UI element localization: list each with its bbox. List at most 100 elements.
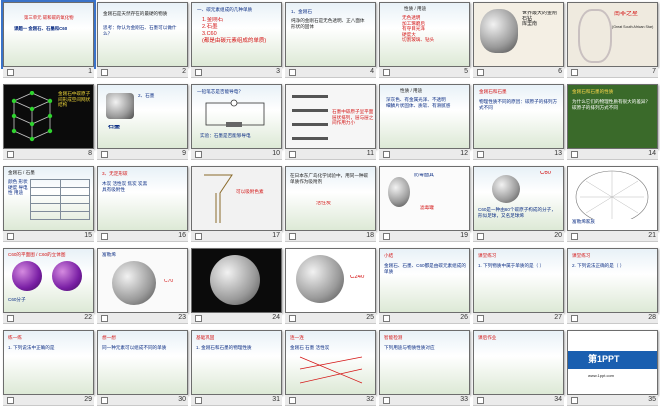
slide-thumbnail[interactable]: 富勒烯家族 21 (566, 164, 660, 246)
slide-number: 1 (88, 68, 92, 75)
slide-preview[interactable]: 练一练 1. 下列说法中正确的是 (3, 330, 94, 395)
transition-icon (7, 151, 14, 158)
slide-thumbnail[interactable]: 课后作业 34 (472, 328, 566, 410)
slide-thumbnail[interactable]: 性质 / 用途 无色透明 加工琢磨后 有夺目光泽 硬度大 切割玻璃、钻头 5 (378, 0, 472, 82)
transition-icon (289, 315, 296, 322)
slide-preview[interactable]: 南非之星 (Great South African Star) (567, 2, 658, 67)
slide-preview[interactable]: 一、碳元素组成的几种单质 1.金刚石 2.石墨 3.C60 (都是由碳元素组成的… (191, 2, 282, 67)
slide-preview[interactable]: 课后作业 (473, 330, 564, 395)
slide-title: 连一连 (290, 335, 304, 340)
slide-preview[interactable]: 世界最大的金刚石钻 库里南 (473, 2, 564, 67)
slide-thumbnail[interactable]: 石墨中碳原子呈平面层状排列，层与层之间作用力小 11 (284, 82, 378, 164)
slide-preview[interactable]: 金刚石 / 石墨 颜色 形状 硬度 导电性 用途 (3, 166, 94, 231)
slide-preview[interactable]: 防毒面具 滤毒罐 (379, 166, 470, 231)
slide-title: 小结 (384, 253, 394, 258)
slide-text: 课题一 金刚石、石墨和C60 (14, 26, 68, 31)
slide-thumbnail[interactable]: 在日本东广岛化学试验中，用同一种碳单质作为吸附剂 活性炭 18 (284, 164, 378, 246)
slide-preview[interactable]: 在日本东广岛化学试验中，用同一种碳单质作为吸附剂 活性炭 (285, 166, 376, 231)
slide-title: 金刚石是天然存在的最硬的物质 (103, 11, 168, 16)
slide-thumbnail[interactable]: 金刚石 / 石墨 颜色 形状 硬度 导电性 用途 15 (2, 164, 96, 246)
transition-icon (289, 233, 296, 240)
slide-footer: 33 (379, 395, 470, 406)
slide-preview[interactable]: 基础巩固 1. 金刚石和石墨的物理性质 (191, 330, 282, 395)
slide-thumbnail[interactable]: 24 (190, 246, 284, 328)
slide-preview[interactable]: 第1PPT www.1ppt.com (567, 330, 658, 395)
slide-thumbnail[interactable]: 防毒面具 滤毒罐 19 (378, 164, 472, 246)
slide-thumbnail[interactable]: 课堂练习 2. 下列说法正确的是（ ） 28 (566, 246, 660, 328)
slide-footer: 29 (3, 395, 94, 406)
slide-thumbnail[interactable]: 金刚石中碳原子间形成空间网状结构 8 (2, 82, 96, 164)
slide-thumbnail[interactable]: 小结 金刚石、石墨、C60都是由碳元素组成的单质 26 (378, 246, 472, 328)
transition-icon (477, 69, 484, 76)
slide-preview[interactable]: 小结 金刚石、石墨、C60都是由碳元素组成的单质 (379, 248, 470, 313)
slide-preview[interactable]: 富勒烯 C70 (97, 248, 188, 313)
slide-preview[interactable] (191, 248, 282, 313)
slide-text: 1. 下列物质中属于单质的是（ ） (478, 263, 545, 268)
slide-preview[interactable]: 性质 / 用途 深灰色、有金属光泽、不透明 细鳞片状固体、质软、有滑腻感 (379, 84, 470, 149)
slide-footer: 17 (191, 231, 282, 242)
slide-thumbnail[interactable]: C60 C60是一种由60个碳原子构成的分子，形似足球，又名足球烯 20 (472, 164, 566, 246)
slide-preview[interactable]: 第三单元 碳和碳的氧化物 课题一 金刚石、石墨和C60 (1, 0, 96, 69)
slide-preview[interactable]: 课堂练习 2. 下列说法正确的是（ ） (567, 248, 658, 313)
slide-thumbnail[interactable]: 一铅笔芯是否能导电？ 实验：石墨是否能够导电 10 (190, 82, 284, 164)
slide-preview[interactable]: 3、无定形碳 木炭 活性炭 焦炭 炭黑 具有吸附性 (97, 166, 188, 231)
slide-footer: 20 (473, 231, 564, 242)
slide-text: C60是一种由60个碳原子构成的分子，形似足球，又名足球烯 (478, 207, 556, 218)
transition-icon (7, 69, 14, 76)
slide-preview[interactable]: 1、金刚石 纯净的金刚石是无色透明、正八面体形状的固体 (285, 2, 376, 67)
slide-preview[interactable]: 金刚石中碳原子间形成空间网状结构 (3, 84, 94, 149)
slide-number: 25 (366, 314, 374, 321)
slide-text: 金刚石 石墨 活性炭 (290, 345, 330, 350)
slide-preview[interactable]: 2、石墨 石墨 (97, 84, 188, 149)
slide-thumbnail[interactable]: 可以吸附色素 17 (190, 164, 284, 246)
slide-thumbnail[interactable]: 金刚石是天然存在的最硬的物质 思考：你认为金刚石、石墨可以做什么？ 2 (96, 0, 190, 82)
slide-thumbnail[interactable]: 想一想 同一种元素可以组成不同的单质 30 (96, 328, 190, 410)
slide-thumbnail[interactable]: 练一练 1. 下列说法中正确的是 29 (2, 328, 96, 410)
diamond-structure-diagram (11, 91, 53, 142)
slide-preview[interactable]: 一铅笔芯是否能导电？ 实验：石墨是否能够导电 (191, 84, 282, 149)
slide-thumbnail[interactable]: 基础巩固 1. 金刚石和石墨的物理性质 31 (190, 328, 284, 410)
slide-preview[interactable]: 金刚石和石墨 物理性质不同的原因：碳原子的排列方式不同 (473, 84, 564, 149)
slide-thumbnail[interactable]: 连一连 金刚石 石墨 活性炭 32 (284, 328, 378, 410)
slide-thumbnail[interactable]: C240 25 (284, 246, 378, 328)
slide-preview[interactable]: C60的平面图 / C60的立体图 C60分子 (3, 248, 94, 313)
slide-preview[interactable]: 富勒烯家族 (567, 166, 658, 231)
slide-thumbnail[interactable]: 金刚石和石墨的性质 为什么它们的物理性质有很大的差异？ 碳原子的排列方式不同 1… (566, 82, 660, 164)
slide-thumbnail[interactable]: 3、无定形碳 木炭 活性炭 焦炭 炭黑 具有吸附性 16 (96, 164, 190, 246)
transition-icon (383, 69, 390, 76)
slide-preview[interactable]: 想一想 同一种元素可以组成不同的单质 (97, 330, 188, 395)
slide-thumbnail[interactable]: 第三单元 碳和碳的氧化物 课题一 金刚石、石墨和C60 1 (1, 0, 96, 82)
slide-thumbnail[interactable]: C60的平面图 / C60的立体图 C60分子 22 (2, 246, 96, 328)
slide-thumbnail[interactable]: 南非之星 (Great South African Star) 7 (566, 0, 660, 82)
necklace-image (578, 9, 612, 63)
slide-preview[interactable]: 石墨中碳原子呈平面层状排列，层与层之间作用力小 (285, 84, 376, 149)
slide-preview[interactable]: C60 C60是一种由60个碳原子构成的分子，形似足球，又名足球烯 (473, 166, 564, 231)
slide-thumbnail[interactable]: 2、石墨 石墨 9 (96, 82, 190, 164)
slide-thumbnail[interactable]: 世界最大的金刚石钻 库里南 6 (472, 0, 566, 82)
slide-thumbnail[interactable]: 一、碳元素组成的几种单质 1.金刚石 2.石墨 3.C60 (都是由碳元素组成的… (190, 0, 284, 82)
slide-preview[interactable]: 连一连 金刚石 石墨 活性炭 (285, 330, 376, 395)
slide-preview[interactable]: 性质 / 用途 无色透明 加工琢磨后 有夺目光泽 硬度大 切割玻璃、钻头 (379, 2, 470, 67)
slide-thumbnail[interactable]: 性质 / 用途 深灰色、有金属光泽、不透明 细鳞片状固体、质软、有滑腻感 12 (378, 82, 472, 164)
graphite-image (106, 93, 134, 119)
matching-lines-diagram (299, 356, 363, 384)
transition-icon (195, 233, 202, 240)
slide-title: 金刚石和石墨的性质 (572, 89, 614, 94)
slide-preview[interactable]: 金刚石和石墨的性质 为什么它们的物理性质有很大的差异？ 碳原子的排列方式不同 (567, 84, 658, 149)
slide-preview[interactable]: 金刚石是天然存在的最硬的物质 思考：你认为金刚石、石墨可以做什么？ (97, 2, 188, 67)
slide-thumbnail[interactable]: 课堂练习 1. 下列物质中属于单质的是（ ） 27 (472, 246, 566, 328)
slide-preview[interactable]: C240 (285, 248, 376, 313)
transition-icon (383, 315, 390, 322)
slide-thumbnail[interactable]: 1、金刚石 纯净的金刚石是无色透明、正八面体形状的固体 4 (284, 0, 378, 82)
slide-thumbnail[interactable]: 第1PPT www.1ppt.com 35 (566, 328, 660, 410)
slide-thumbnail[interactable]: 智能检测 下列用途与物质性质对应 33 (378, 328, 472, 410)
slide-number: 28 (648, 314, 656, 321)
slide-thumbnail[interactable]: 富勒烯 C70 23 (96, 246, 190, 328)
slide-thumbnail[interactable]: 金刚石和石墨 物理性质不同的原因：碳原子的排列方式不同 13 (472, 82, 566, 164)
slide-preview[interactable]: 可以吸附色素 (191, 166, 282, 231)
slide-preview[interactable]: 课堂练习 1. 下列物质中属于单质的是（ ） (473, 248, 564, 313)
slide-footer: 22 (3, 313, 94, 324)
slide-title: C60 (540, 171, 552, 176)
slide-number: 5 (464, 68, 468, 75)
slide-preview[interactable]: 智能检测 下列用途与物质性质对应 (379, 330, 470, 395)
